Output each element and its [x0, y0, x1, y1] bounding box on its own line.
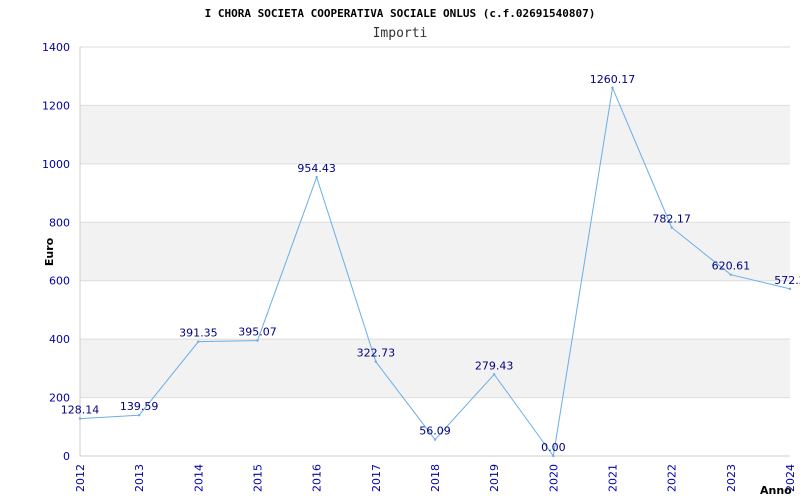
- y-tick-label: 1400: [42, 41, 70, 54]
- y-tick-label: 400: [49, 333, 70, 346]
- data-label: 322.73: [357, 347, 396, 360]
- x-tick-label: 2015: [252, 464, 265, 492]
- chart-title: I CHORA SOCIETA COOPERATIVA SOCIALE ONLU…: [205, 7, 596, 20]
- y-tick-label: 200: [49, 392, 70, 405]
- data-label: 279.43: [475, 359, 514, 372]
- data-label: 954.43: [297, 162, 336, 175]
- x-tick-label: 2017: [370, 464, 383, 492]
- data-point: [315, 175, 318, 179]
- data-point: [256, 339, 259, 342]
- chart-subtitle: Importi: [373, 26, 428, 41]
- data-label: 0.00: [541, 441, 566, 454]
- y-tick-label: 1000: [42, 158, 70, 171]
- data-point: [788, 287, 792, 291]
- data-label: 620.61: [712, 260, 751, 273]
- x-tick-label: 2018: [429, 464, 442, 492]
- data-label: 1260.17: [590, 73, 636, 86]
- data-point: [492, 373, 496, 376]
- y-axis-label: Euro: [43, 237, 56, 266]
- background-band: [80, 105, 790, 164]
- data-point: [78, 417, 82, 420]
- x-tick-label: 2012: [74, 464, 87, 492]
- chart-canvas: 128.14 139.59 391.35 395.07 954.43 322.73 56.0…: [42, 7, 800, 497]
- data-label: 572.2: [774, 274, 800, 287]
- x-tick-label: 2016: [311, 464, 324, 492]
- data-label: 128.14: [61, 404, 100, 417]
- x-tick-label: 2023: [725, 464, 738, 492]
- x-tick-label: 2022: [666, 464, 679, 492]
- x-tick-label: 2014: [192, 464, 205, 492]
- x-tick-label: 2020: [547, 464, 560, 492]
- background-band: [80, 222, 790, 281]
- data-point: [670, 226, 673, 229]
- background-bands: [80, 105, 790, 398]
- data-label: 391.35: [179, 327, 218, 340]
- data-label: 782.17: [652, 212, 691, 225]
- data-point: [197, 340, 200, 343]
- y-tick-label: 600: [49, 275, 70, 288]
- background-band: [80, 339, 790, 398]
- data-label: 139.59: [120, 400, 159, 413]
- x-tick-label: 2021: [607, 464, 620, 492]
- y-tick-label: 800: [49, 216, 70, 229]
- x-tick-label: 2013: [133, 464, 146, 492]
- data-point: [137, 414, 141, 417]
- data-label: 56.09: [419, 425, 451, 438]
- x-tick-label: 2019: [488, 464, 501, 492]
- data-point: [729, 273, 733, 276]
- y-tick-label: 0: [63, 450, 70, 463]
- x-tick-labels: 2012 2013 2014 2015 2016 2017 2018 2019 2020 2021…: [74, 464, 797, 492]
- x-axis-label: Anno: [760, 484, 792, 497]
- data-label: 395.07: [238, 326, 277, 339]
- y-tick-label: 1200: [42, 99, 70, 112]
- data-point: [374, 360, 378, 363]
- data-point: [433, 438, 437, 441]
- data-point: [611, 86, 614, 90]
- data-point: [552, 454, 555, 458]
